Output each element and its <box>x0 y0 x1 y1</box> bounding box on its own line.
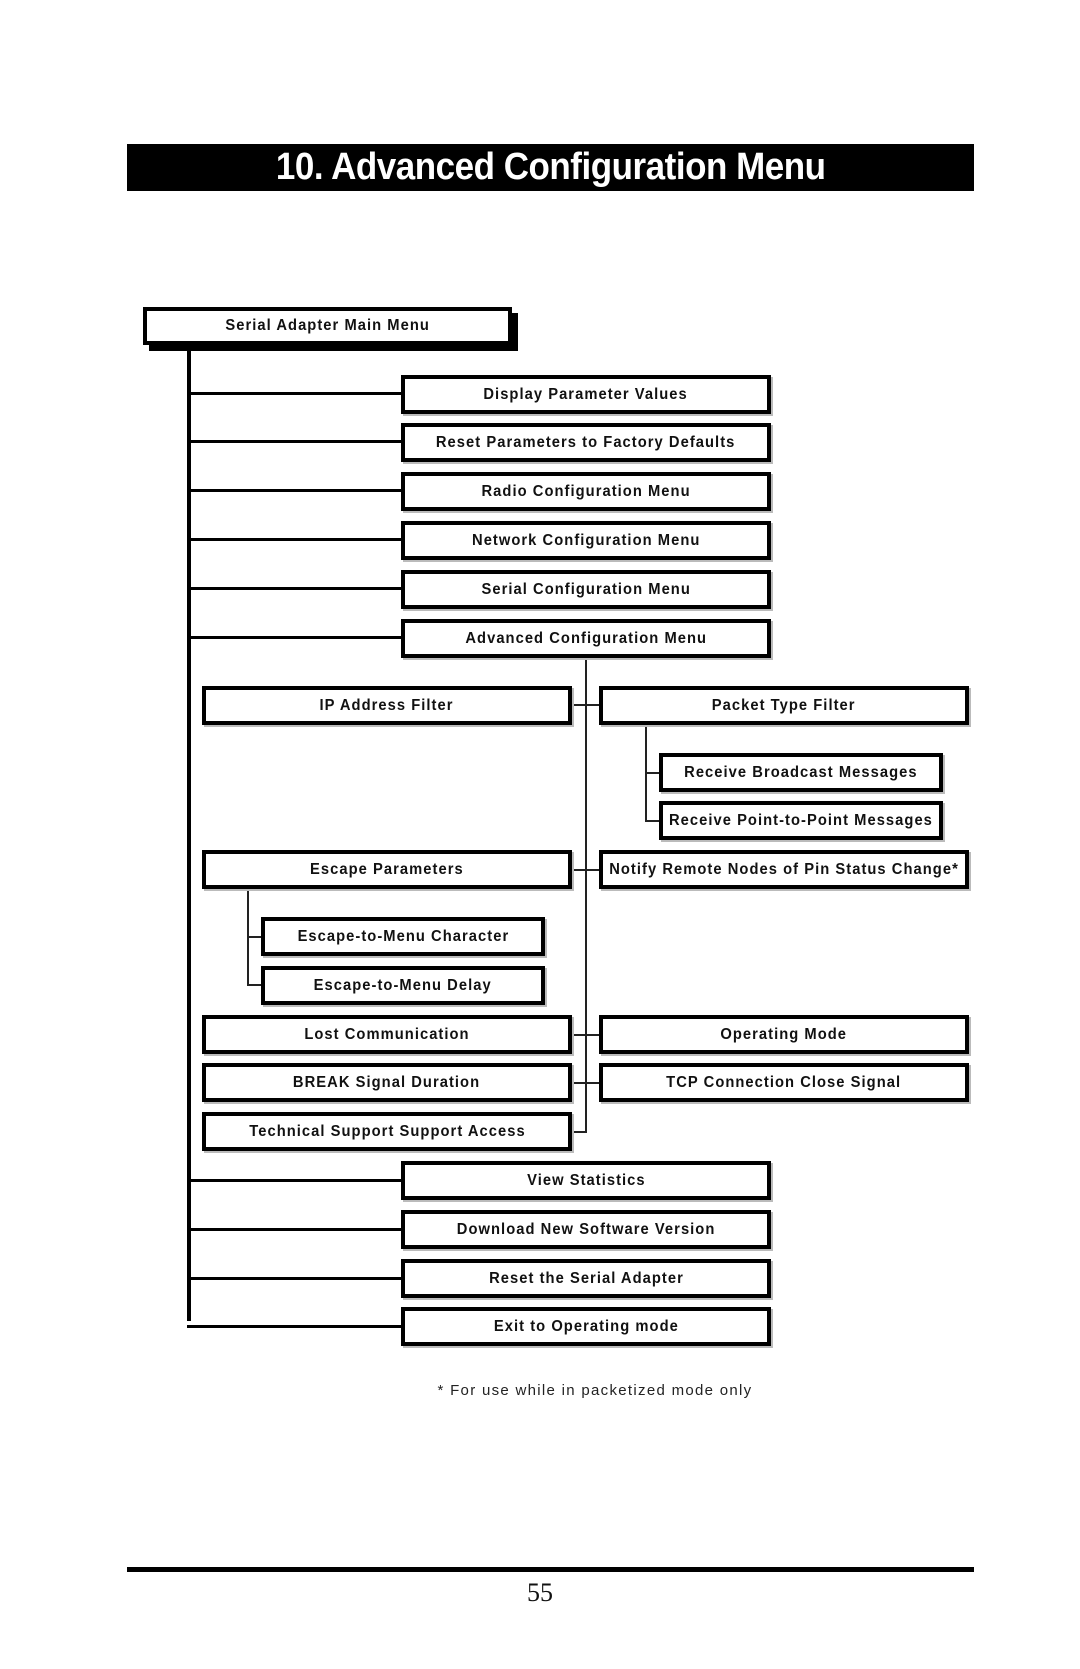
menu-label: Reset Parameters to Factory Defaults <box>436 433 736 451</box>
menu-root-serial-adapter-main-menu: Serial Adapter Main Menu <box>143 307 512 345</box>
advanced-trunk-line <box>585 655 587 1133</box>
menu-label: Notify Remote Nodes of Pin Status Change… <box>609 860 959 878</box>
menu-label: Escape-to-Menu Delay <box>313 976 493 994</box>
menu-label: Serial Configuration Menu <box>481 580 691 598</box>
menu-item-view-statistics: View Statistics <box>401 1161 771 1200</box>
branch-line <box>187 636 403 639</box>
packet-child-receive-broadcast: Receive Broadcast Messages <box>659 753 943 792</box>
footer-rule <box>127 1567 974 1572</box>
advanced-connector <box>570 869 602 871</box>
menu-label: Radio Configuration Menu <box>481 482 691 500</box>
menu-label: TCP Connection Close Signal <box>666 1073 902 1091</box>
footnote: * For use while in packetized mode only <box>437 1382 753 1399</box>
escape-child-escape-to-menu-character: Escape-to-Menu Character <box>261 917 545 956</box>
menu-label: Escape-to-Menu Character <box>297 927 509 945</box>
branch-line <box>187 538 403 541</box>
advanced-item-tcp-connection-close-signal: TCP Connection Close Signal <box>599 1063 969 1102</box>
menu-item-network-configuration: Network Configuration Menu <box>401 521 771 560</box>
branch-line <box>187 392 403 395</box>
branch-line <box>187 1179 403 1182</box>
menu-item-download-new-software: Download New Software Version <box>401 1210 771 1249</box>
menu-label: Serial Adapter Main Menu <box>225 317 430 334</box>
menu-label: Exit to Operating mode <box>493 1317 679 1335</box>
page-number: 55 <box>527 1578 553 1607</box>
menu-label: Packet Type Filter <box>712 696 856 714</box>
menu-item-radio-configuration: Radio Configuration Menu <box>401 472 771 511</box>
menu-item-exit-to-operating-mode: Exit to Operating mode <box>401 1307 771 1346</box>
menu-item-advanced-configuration: Advanced Configuration Menu <box>401 619 771 658</box>
menu-item-reset-serial-adapter: Reset the Serial Adapter <box>401 1259 771 1298</box>
menu-label: Receive Point-to-Point Messages <box>669 811 933 829</box>
menu-item-reset-parameters: Reset Parameters to Factory Defaults <box>401 423 771 462</box>
escape-child-escape-to-menu-delay: Escape-to-Menu Delay <box>261 966 545 1005</box>
advanced-item-notify-remote-nodes: Notify Remote Nodes of Pin Status Change… <box>599 850 969 889</box>
advanced-item-ip-address-filter: IP Address Filter <box>202 686 572 725</box>
advanced-connector <box>570 1034 602 1036</box>
advanced-item-break-signal-duration: BREAK Signal Duration <box>202 1063 572 1102</box>
menu-label: Display Parameter Values <box>483 385 689 403</box>
menu-label: Receive Broadcast Messages <box>684 763 918 781</box>
menu-label: BREAK Signal Duration <box>293 1073 481 1091</box>
menu-label: Technical Support Support Access <box>248 1122 526 1140</box>
advanced-item-operating-mode: Operating Mode <box>599 1015 969 1054</box>
advanced-connector <box>570 1131 587 1133</box>
branch-line <box>187 1325 403 1328</box>
menu-label: View Statistics <box>526 1171 646 1189</box>
menu-item-display-parameter-values: Display Parameter Values <box>401 375 771 414</box>
page-heading-text: 10. Advanced Configuration Menu <box>275 146 826 188</box>
menu-label: Download New Software Version <box>456 1220 716 1238</box>
branch-line <box>187 1277 403 1280</box>
page-heading: 10. Advanced Configuration Menu <box>127 144 974 191</box>
menu-label: Operating Mode <box>720 1025 848 1043</box>
menu-label: Reset the Serial Adapter <box>488 1269 684 1287</box>
advanced-item-lost-communication: Lost Communication <box>202 1015 572 1054</box>
packet-child-receive-point-to-point: Receive Point-to-Point Messages <box>659 801 943 840</box>
advanced-item-packet-type-filter: Packet Type Filter <box>599 686 969 725</box>
branch-line <box>187 489 403 492</box>
advanced-item-technical-support-access: Technical Support Support Access <box>202 1112 572 1151</box>
branch-line <box>187 1228 403 1231</box>
advanced-connector <box>570 704 602 706</box>
branch-line <box>187 440 403 443</box>
advanced-item-escape-parameters: Escape Parameters <box>202 850 572 889</box>
menu-label: IP Address Filter <box>320 696 454 714</box>
menu-label: Lost Communication <box>304 1025 470 1043</box>
branch-line <box>187 587 403 590</box>
menu-label: Network Configuration Menu <box>471 531 701 549</box>
menu-item-serial-configuration: Serial Configuration Menu <box>401 570 771 609</box>
menu-label: Escape Parameters <box>310 860 464 878</box>
advanced-connector <box>570 1082 602 1084</box>
menu-label: Advanced Configuration Menu <box>465 629 707 647</box>
